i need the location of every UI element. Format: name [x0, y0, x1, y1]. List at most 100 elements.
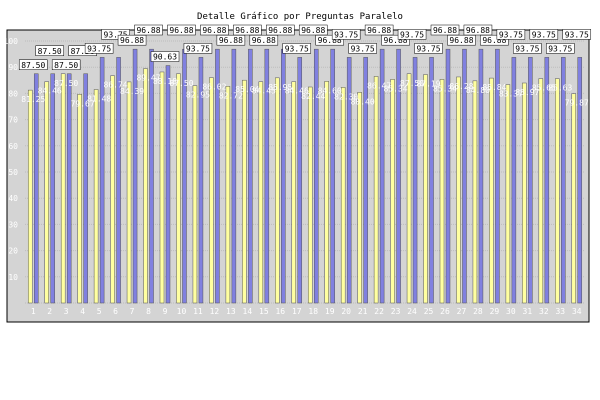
- bar-s2-9: [159, 71, 165, 304]
- value-label-s1-9: 90.63: [153, 53, 177, 62]
- y-tick-label: 10: [8, 273, 18, 282]
- x-tick-label-22: 22: [374, 307, 384, 316]
- value-label-s2-10: 87.50: [169, 79, 193, 88]
- x-tick-label-26: 26: [440, 307, 450, 316]
- value-label-s1-25: 93.75: [416, 44, 440, 53]
- value-label-s2-7: 84.39: [120, 87, 144, 96]
- value-label-s2-21: 80.40: [351, 97, 375, 106]
- x-tick-label-17: 17: [292, 307, 302, 316]
- bar-s2-8: [143, 68, 148, 304]
- value-label-s1-17: 93.75: [285, 44, 309, 53]
- x-tick-label-10: 10: [177, 307, 187, 316]
- bar-s1-1: [33, 73, 39, 304]
- x-tick-label-32: 32: [539, 307, 549, 316]
- value-label-s1-33: 93.75: [548, 44, 572, 53]
- bar-s2-16: [275, 77, 280, 304]
- x-tick-label-20: 20: [341, 307, 351, 316]
- value-label-s1-2: 87.50: [38, 47, 62, 56]
- y-tick-label: 60: [8, 142, 18, 151]
- value-label-s1-12: 96.88: [202, 26, 226, 35]
- value-label-s1-32: 93.75: [532, 30, 556, 39]
- bar-s2-26: [439, 79, 445, 304]
- y-tick-label: 90: [8, 63, 18, 72]
- value-label-s1-10: 96.88: [169, 26, 193, 35]
- bar-s2-10: [176, 73, 181, 304]
- value-label-s1-30: 93.75: [499, 30, 523, 39]
- value-label-s1-8: 96.88: [136, 26, 160, 35]
- value-label-s1-5: 93.75: [87, 44, 111, 53]
- bar-s2-15: [258, 81, 264, 304]
- x-tick-label-19: 19: [325, 307, 335, 316]
- x-tick-label-11: 11: [193, 307, 203, 316]
- y-tick-label: 40: [8, 194, 18, 203]
- bar-s2-25: [423, 74, 428, 304]
- value-label-s2-12: 86.02: [202, 83, 226, 92]
- x-tick-label-28: 28: [473, 307, 483, 316]
- x-tick-label-3: 3: [64, 307, 69, 316]
- bar-s2-6: [110, 75, 115, 304]
- y-tick-label: 20: [8, 247, 18, 256]
- bar-s2-3: [60, 73, 66, 304]
- bar-s2-34: [571, 93, 577, 304]
- y-tick-label: 30: [8, 220, 18, 229]
- bar-s1-21: [363, 57, 368, 304]
- bar-s1-32: [544, 57, 550, 304]
- value-label-s1-20: 93.75: [334, 30, 358, 39]
- x-tick-label-13: 13: [226, 307, 236, 316]
- value-label-s1-11: 93.75: [186, 44, 210, 53]
- y-tick-label: 50: [8, 168, 18, 177]
- value-label-s1-21: 93.75: [351, 44, 375, 53]
- bar-s2-11: [192, 85, 198, 304]
- bar-s2-30: [505, 84, 511, 304]
- value-label-s2-11: 82.95: [186, 91, 210, 100]
- x-tick-label-6: 6: [113, 307, 118, 316]
- bar-s2-13: [225, 86, 231, 304]
- bar-s2-17: [291, 81, 297, 304]
- x-tick-label-33: 33: [555, 307, 565, 316]
- bar-s2-22: [373, 76, 379, 304]
- value-label-s1-31: 93.75: [515, 44, 539, 53]
- bar-s2-12: [209, 77, 214, 304]
- value-label-s1-26: 96.88: [433, 26, 457, 35]
- bar-s2-18: [307, 86, 313, 304]
- bar-s1-34: [577, 57, 583, 304]
- bar-s1-2: [50, 73, 55, 304]
- value-label-s1-13: 96.88: [219, 36, 243, 45]
- y-tick-label: 70: [8, 116, 18, 125]
- value-label-s1-3: 87.50: [54, 61, 78, 70]
- bar-s2-14: [242, 79, 247, 304]
- x-tick-label-24: 24: [407, 307, 417, 316]
- x-tick-label-30: 30: [506, 307, 516, 316]
- bar-s2-33: [555, 78, 560, 304]
- x-tick-label-34: 34: [572, 307, 582, 316]
- x-tick-label-7: 7: [130, 307, 135, 316]
- y-tick-label: 80: [8, 89, 18, 98]
- bar-s2-20: [340, 87, 346, 304]
- bar-s1-9: [165, 65, 171, 304]
- bar-s2-2: [44, 81, 49, 304]
- bar-s2-31: [522, 82, 527, 304]
- x-tick-label-21: 21: [358, 307, 368, 316]
- value-label-s2-5: 81.48: [87, 95, 111, 104]
- value-label-s1-14: 96.88: [235, 26, 259, 35]
- x-tick-label-4: 4: [80, 307, 85, 316]
- x-tick-label-29: 29: [490, 307, 500, 316]
- x-tick-label-9: 9: [163, 307, 168, 316]
- value-label-s2-3: 87.50: [54, 79, 78, 88]
- value-label-s1-22: 96.88: [367, 26, 391, 35]
- bar-s2-29: [489, 77, 494, 304]
- x-tick-label-31: 31: [523, 307, 533, 316]
- value-label-s1-28: 96.88: [466, 26, 490, 35]
- x-tick-label-1: 1: [31, 307, 36, 316]
- value-label-s2-1: 81.25: [21, 95, 45, 104]
- x-tick-label-15: 15: [259, 307, 269, 316]
- value-label-s1-34: 93.75: [565, 30, 589, 39]
- value-label-s1-18: 96.88: [301, 26, 325, 35]
- value-label-s2-33: 85.63: [548, 84, 572, 93]
- x-tick-label-27: 27: [457, 307, 467, 316]
- bar-s2-5: [93, 89, 99, 304]
- x-tick-label-16: 16: [275, 307, 285, 316]
- bar-s2-28: [472, 80, 478, 304]
- bar-s1-33: [561, 57, 566, 304]
- x-tick-label-5: 5: [97, 307, 102, 316]
